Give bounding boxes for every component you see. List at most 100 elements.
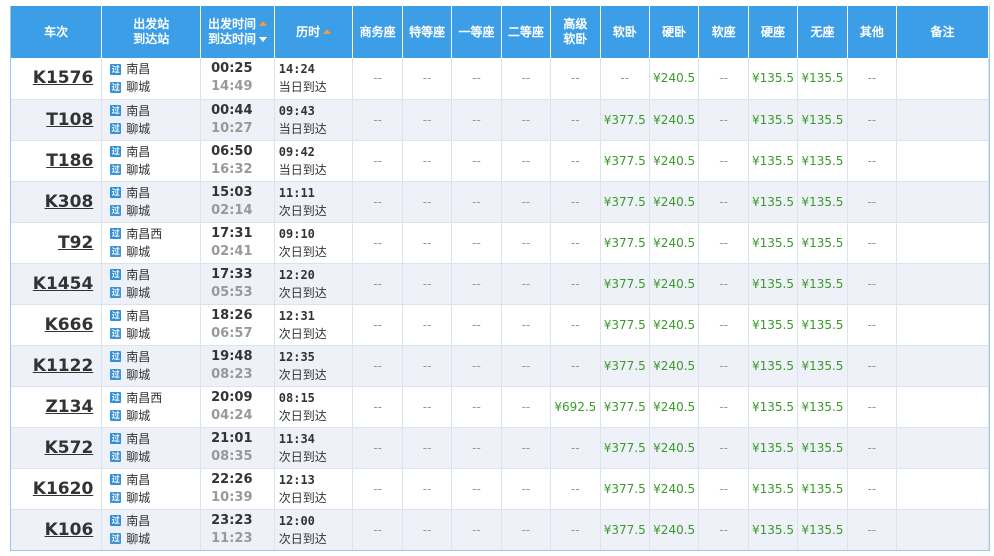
- table-row: K1620 过南昌 过聊城 22:26 10:39 12:13 次日到达 -- -…: [11, 468, 989, 510]
- seat-price-high-soft: --: [550, 468, 601, 510]
- train-number-link[interactable]: K1454: [11, 263, 103, 305]
- sort-asc-icon: [258, 21, 267, 26]
- header-duration[interactable]: 历时: [274, 6, 354, 58]
- seat-price-soft-seat: --: [698, 345, 749, 387]
- arrival-day: 次日到达: [278, 531, 327, 546]
- seat-price-hard-seat: ¥135.5: [748, 181, 799, 223]
- table-row: K572 过南昌 过聊城 21:01 08:35 11:34 次日到达 -- --…: [11, 427, 989, 469]
- arrival-day: 当日到达: [278, 80, 327, 95]
- header-dep-time[interactable]: 出发时间: [201, 17, 274, 32]
- from-station[interactable]: 南昌: [126, 471, 150, 489]
- train-number-link[interactable]: K308: [11, 181, 103, 223]
- seat-price-hard-seat: ¥135.5: [748, 427, 799, 469]
- duration-cell: 09:43 当日到达: [274, 99, 354, 141]
- train-number-link[interactable]: K1576: [11, 58, 103, 100]
- arrival-time: 11:23: [211, 530, 253, 546]
- header-standing: 无座: [797, 6, 848, 58]
- from-station[interactable]: 南昌西: [126, 225, 162, 243]
- seat-price-hard-seat: ¥135.5: [748, 345, 799, 387]
- from-station[interactable]: 南昌: [126, 348, 150, 366]
- seat-price-soft-sleeper: ¥377.5: [600, 263, 650, 305]
- times-cell: 22:26 10:39: [200, 468, 275, 510]
- seat-price-soft-seat: --: [698, 304, 749, 346]
- from-station[interactable]: 南昌: [126, 60, 150, 78]
- train-number-link[interactable]: T108: [11, 99, 103, 141]
- pass-through-icon: 过: [110, 433, 122, 444]
- seat-price-second: --: [501, 509, 552, 550]
- to-station[interactable]: 聊城: [126, 120, 150, 138]
- arrival-day: 次日到达: [278, 490, 327, 505]
- to-station[interactable]: 聊城: [126, 243, 150, 261]
- note-cell: [896, 468, 989, 510]
- seat-price-standing: ¥135.5: [797, 181, 848, 223]
- train-number-link[interactable]: K1620: [11, 468, 103, 510]
- header-train[interactable]: 车次: [11, 6, 103, 58]
- duration-cell: 09:10 次日到达: [274, 222, 354, 264]
- seat-price-soft-sleeper: ¥377.5: [600, 468, 650, 510]
- from-station[interactable]: 南昌西: [126, 389, 162, 407]
- train-number-link[interactable]: K572: [11, 427, 103, 469]
- to-station[interactable]: 聊城: [126, 448, 150, 466]
- seat-price-premium: --: [402, 263, 453, 305]
- seat-price-business: --: [352, 181, 403, 223]
- seat-price-first: --: [451, 427, 502, 469]
- seat-price-standing: ¥135.5: [797, 345, 848, 387]
- to-station[interactable]: 聊城: [126, 284, 150, 302]
- header-stations[interactable]: 出发站 到达站: [101, 6, 202, 58]
- to-station[interactable]: 聊城: [126, 489, 150, 507]
- from-station[interactable]: 南昌: [126, 430, 150, 448]
- duration-value: 09:42: [278, 144, 315, 159]
- from-station[interactable]: 南昌: [126, 102, 150, 120]
- to-station[interactable]: 聊城: [126, 202, 150, 220]
- note-cell: [896, 304, 989, 346]
- header-note: 备注: [896, 6, 989, 58]
- train-number-link[interactable]: K666: [11, 304, 103, 346]
- header-arr-time[interactable]: 到达时间: [201, 32, 274, 47]
- to-station[interactable]: 聊城: [126, 325, 150, 343]
- from-station[interactable]: 南昌: [126, 143, 150, 161]
- seat-price-standing: ¥135.5: [797, 99, 848, 141]
- from-station[interactable]: 南昌: [126, 266, 150, 284]
- note-cell: [896, 58, 989, 100]
- from-station[interactable]: 南昌: [126, 512, 150, 530]
- stations-cell: 过南昌 过聊城: [101, 140, 202, 182]
- departure-time: 00:44: [211, 102, 253, 118]
- seat-price-first: --: [451, 58, 502, 100]
- to-station[interactable]: 聊城: [126, 366, 150, 384]
- times-cell: 23:23 11:23: [200, 509, 275, 550]
- stations-cell: 过南昌 过聊城: [101, 58, 202, 100]
- from-station[interactable]: 南昌: [126, 307, 150, 325]
- seat-price-first: --: [451, 181, 502, 223]
- train-number-link[interactable]: T186: [11, 140, 103, 182]
- seat-price-second: --: [501, 58, 552, 100]
- arrival-time: 08:23: [211, 366, 253, 382]
- seat-price-hard-sleeper: ¥240.5: [649, 263, 700, 305]
- seat-price-soft-sleeper: ¥377.5: [600, 181, 650, 223]
- header-other: 其他: [847, 6, 898, 58]
- train-number-link[interactable]: K106: [11, 509, 103, 550]
- to-station[interactable]: 聊城: [126, 78, 150, 96]
- seat-price-second: --: [501, 386, 552, 428]
- seat-price-first: --: [451, 99, 502, 141]
- from-station[interactable]: 南昌: [126, 184, 150, 202]
- to-station[interactable]: 聊城: [126, 530, 150, 548]
- train-number-link[interactable]: T92: [11, 222, 103, 264]
- seat-price-other: --: [847, 427, 898, 469]
- train-number-link[interactable]: Z134: [11, 386, 103, 428]
- train-number-link[interactable]: K1122: [11, 345, 103, 387]
- seat-price-standing: ¥135.5: [797, 509, 848, 550]
- departure-time: 23:23: [211, 512, 253, 528]
- duration-cell: 12:31 次日到达: [274, 304, 354, 346]
- pass-through-icon: 过: [110, 81, 122, 93]
- seat-price-premium: --: [402, 58, 453, 100]
- seat-price-premium: --: [402, 509, 453, 550]
- seat-price-soft-sleeper: ¥377.5: [600, 222, 650, 264]
- header-times[interactable]: 出发时间 到达时间: [200, 6, 275, 58]
- seat-price-soft-sleeper: ¥377.5: [600, 140, 650, 182]
- seat-price-business: --: [352, 99, 403, 141]
- to-station[interactable]: 聊城: [126, 161, 150, 179]
- stations-cell: 过南昌 过聊城: [101, 345, 202, 387]
- seat-price-hard-seat: ¥135.5: [748, 509, 799, 550]
- seat-price-other: --: [847, 222, 898, 264]
- to-station[interactable]: 聊城: [126, 407, 150, 425]
